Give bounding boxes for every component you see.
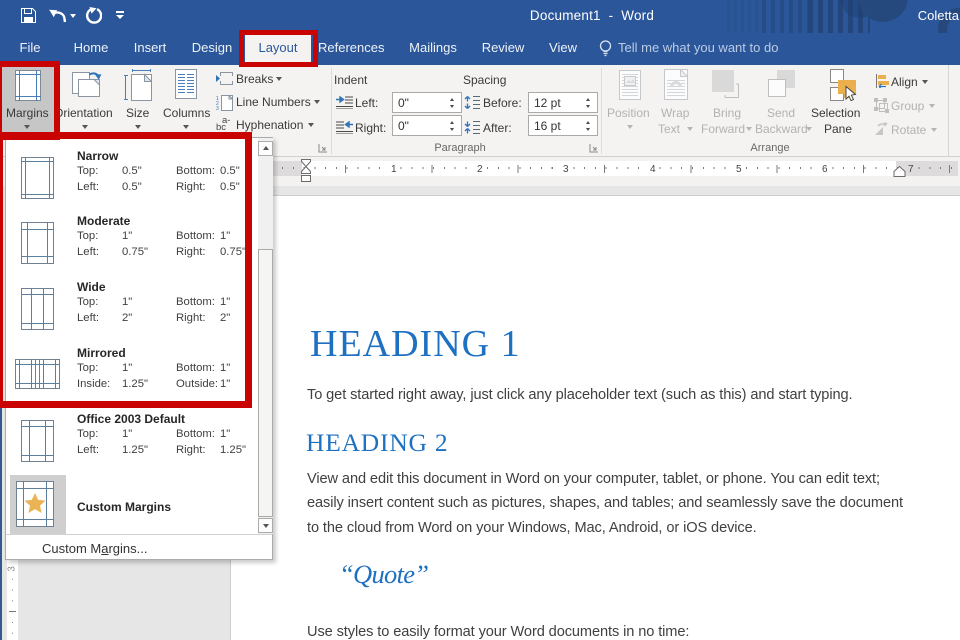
- svg-text:3: 3: [216, 106, 219, 111]
